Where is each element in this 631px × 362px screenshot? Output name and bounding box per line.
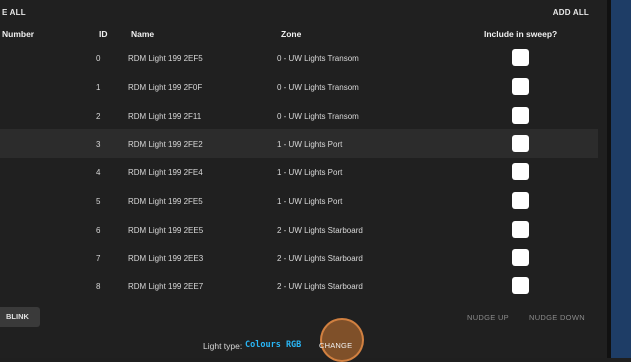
include-checkbox[interactable] [512, 107, 529, 124]
row-name: RDM Light 199 2FE2 [128, 140, 203, 149]
include-checkbox[interactable] [512, 249, 529, 266]
change-button[interactable]: CHANGE [319, 341, 352, 350]
row-id: 6 [96, 226, 101, 235]
table-row[interactable]: 5 RDM Light 199 2FE5 1 - UW Lights Port [0, 186, 598, 215]
table-row[interactable]: 6 RDM Light 199 2EE5 2 - UW Lights Starb… [0, 215, 598, 244]
row-zone: 2 - UW Lights Starboard [277, 226, 363, 235]
row-zone: 2 - UW Lights Starboard [277, 254, 363, 263]
row-id: 1 [96, 83, 101, 92]
row-name: RDM Light 199 2EE5 [128, 226, 204, 235]
table-header: Number ID Name Zone Include in sweep? [0, 24, 607, 44]
row-zone: 0 - UW Lights Transom [277, 112, 359, 121]
row-id: 2 [96, 112, 101, 121]
select-all-button[interactable]: E ALL [2, 8, 26, 17]
row-name: RDM Light 199 2EE3 [128, 254, 204, 263]
nudge-down-button[interactable]: NUDGE DOWN [529, 313, 585, 322]
include-checkbox[interactable] [512, 163, 529, 180]
row-zone: 1 - UW Lights Port [277, 168, 343, 177]
table-row[interactable]: 1 RDM Light 199 2F0F 0 - UW Lights Trans… [0, 72, 598, 101]
nudge-up-button[interactable]: NUDGE UP [467, 313, 509, 322]
row-name: RDM Light 199 2EE7 [128, 282, 204, 291]
col-include: Include in sweep? [484, 29, 558, 39]
click-indicator [320, 318, 364, 362]
row-id: 0 [96, 54, 101, 63]
row-id: 8 [96, 282, 101, 291]
row-id: 4 [96, 168, 101, 177]
row-name: RDM Light 199 2EF5 [128, 54, 203, 63]
col-zone: Zone [281, 29, 302, 39]
light-type-label: Light type: [203, 341, 243, 351]
row-name: RDM Light 199 2FE4 [128, 168, 203, 177]
row-name: RDM Light 199 2F11 [128, 112, 202, 121]
include-checkbox[interactable] [512, 221, 529, 238]
row-id: 3 [96, 140, 101, 149]
row-name: RDM Light 199 2FE5 [128, 197, 203, 206]
right-sidebar-edge [607, 0, 631, 358]
col-number: Number [2, 29, 35, 39]
include-checkbox[interactable] [512, 78, 529, 95]
row-zone: 0 - UW Lights Transom [277, 54, 359, 63]
table-row[interactable]: 4 RDM Light 199 2FE4 1 - UW Lights Port [0, 157, 598, 186]
table-row[interactable]: 2 RDM Light 199 2F11 0 - UW Lights Trans… [0, 101, 598, 130]
include-checkbox[interactable] [512, 192, 529, 209]
add-all-button[interactable]: ADD ALL [553, 8, 589, 17]
table-row[interactable]: 3 RDM Light 199 2FE2 1 - UW Lights Port [0, 129, 598, 158]
row-zone: 1 - UW Lights Port [277, 197, 343, 206]
light-type-value: Colours RGB [245, 340, 302, 350]
row-id: 5 [96, 197, 101, 206]
row-zone: 1 - UW Lights Port [277, 140, 343, 149]
row-zone: 2 - UW Lights Starboard [277, 282, 363, 291]
row-zone: 0 - UW Lights Transom [277, 83, 359, 92]
table-row[interactable]: 7 RDM Light 199 2EE3 2 - UW Lights Starb… [0, 243, 598, 272]
row-id: 7 [96, 254, 101, 263]
top-bar: E ALL ADD ALL [0, 0, 607, 22]
blink-button[interactable]: BLINK [0, 307, 40, 327]
table-row[interactable]: 8 RDM Light 199 2EE7 2 - UW Lights Starb… [0, 271, 598, 300]
main-panel: E ALL ADD ALL Number ID Name Zone Includ… [0, 0, 607, 362]
col-id: ID [99, 29, 108, 39]
footer-bar: Light type: Colours RGB [0, 333, 607, 353]
include-checkbox[interactable] [512, 135, 529, 152]
side-panel [611, 0, 631, 358]
include-checkbox[interactable] [512, 277, 529, 294]
table-row[interactable]: 0 RDM Light 199 2EF5 0 - UW Lights Trans… [0, 43, 598, 72]
col-name: Name [131, 29, 155, 39]
row-name: RDM Light 199 2F0F [128, 83, 203, 92]
include-checkbox[interactable] [512, 49, 529, 66]
